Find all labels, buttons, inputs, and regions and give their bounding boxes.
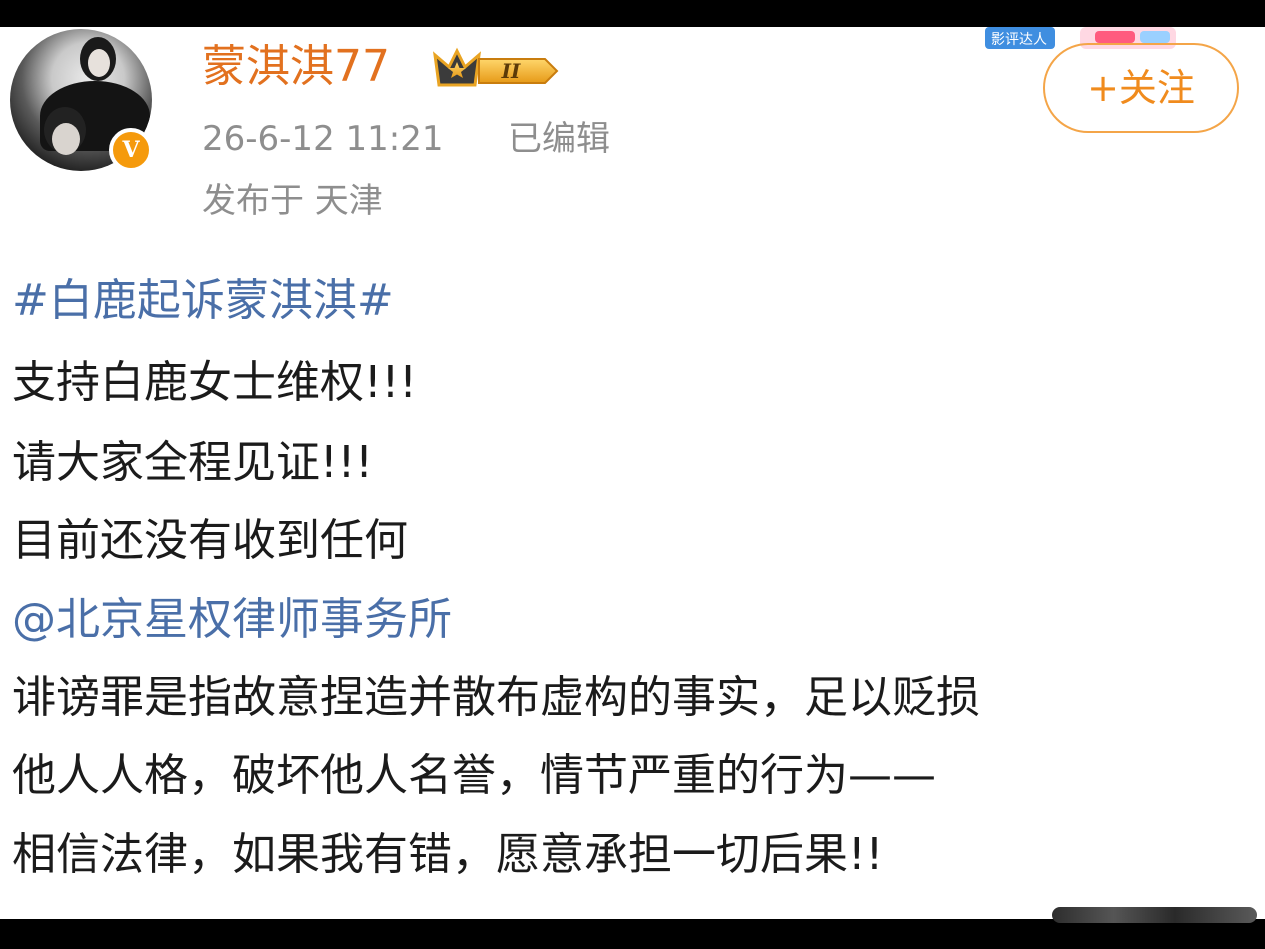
level-badge-text: II bbox=[501, 59, 521, 83]
post-text-line: 诽谤罪是指故意捏造并散布虚构的事实，足以贬损 bbox=[12, 672, 980, 723]
post-text-line: 相信法律，如果我有错，愿意承担一切后果!! bbox=[12, 829, 884, 880]
verified-v-icon: V bbox=[109, 128, 153, 172]
topic-hashtag-link[interactable]: #白鹿起诉蒙淇淇# bbox=[12, 271, 394, 331]
mention-link[interactable]: @北京星权律师事务所 bbox=[12, 590, 452, 650]
screenshot-frame: 影评达人 V 蒙淇淇77 II 26-6-12 11:21 已编辑 发布于 天津… bbox=[0, 0, 1265, 949]
follow-button[interactable]: +关注 bbox=[1043, 43, 1239, 133]
post-text-line: 支持白鹿女士维权!!! bbox=[12, 357, 417, 408]
post-location: 发布于 天津 bbox=[202, 181, 383, 221]
corner-badge-text: 影评达人 bbox=[991, 32, 1047, 48]
post-text-line: 他人人格，破坏他人名誉，情节严重的行为—— bbox=[12, 750, 936, 801]
author-name[interactable]: 蒙淇淇77 bbox=[202, 39, 390, 95]
post-timestamp: 26-6-12 11:21 bbox=[202, 119, 444, 159]
watermark-blur bbox=[1052, 907, 1257, 923]
edited-label[interactable]: 已编辑 bbox=[508, 115, 610, 163]
post-text-line: 请大家全程见证!!! bbox=[12, 437, 373, 488]
weibo-post-card: 影评达人 V 蒙淇淇77 II 26-6-12 11:21 已编辑 发布于 天津… bbox=[0, 27, 1265, 919]
crown-level-icon: II bbox=[432, 47, 559, 87]
post-text-line: 目前还没有收到任何 bbox=[12, 515, 408, 566]
